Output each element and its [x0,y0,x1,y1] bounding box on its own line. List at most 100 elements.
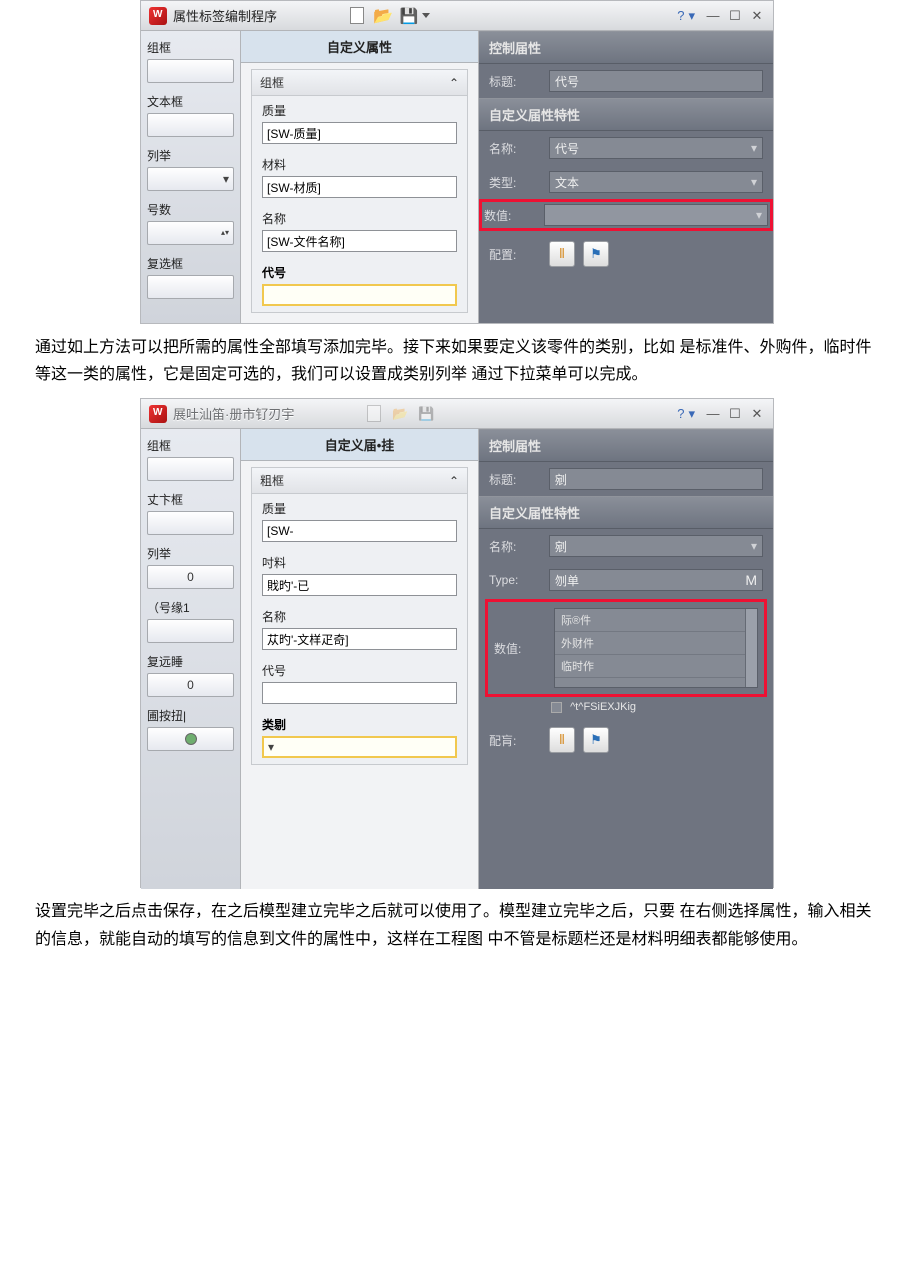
name-label: 名称: [489,140,541,157]
list-item[interactable]: 外财件 [555,632,745,655]
type-input[interactable]: 刎单 M [549,569,763,591]
field-input-material[interactable] [262,176,457,198]
toolbar: 📂 💾 [364,404,436,424]
palette-label: 列举 [147,545,234,562]
collapse-icon[interactable]: ⌃ [449,76,459,90]
save-button[interactable]: 💾 [416,404,436,424]
palette-checkbox[interactable]: 复远睡 0 [147,653,234,697]
field-combo-category[interactable] [262,736,457,758]
field-input-mass[interactable] [262,122,457,144]
help-button[interactable]: ? [677,406,684,421]
palette-list[interactable]: 列举 [147,147,234,191]
name-dropdown[interactable]: 剜 [549,535,763,557]
palette-preview [147,113,234,137]
minimize-button[interactable]: — [705,406,721,422]
palette-textbox[interactable]: 丈卞框 [147,491,234,535]
field-label: 质量 [262,500,457,517]
flag-icon: ⚑ [590,246,602,262]
row-name: 名称: 剜 [479,529,773,563]
app-icon [149,405,167,423]
paragraph-1: 通过如上方法可以把所需的属性全部填写添加完毕。接下来如果要定义该零件的类别，比如… [0,324,920,398]
row-assign: 配肓: ⦀ ⚑ [479,717,773,769]
help-dropdown-icon[interactable]: ▾ [688,8,695,24]
palette-preview [147,59,234,83]
list-item[interactable]: 际®件 [555,609,745,632]
minimize-button[interactable]: — [705,8,721,24]
field-label: 代号 [262,662,457,679]
title-input[interactable]: 代号 [549,70,763,92]
properties-panel: 控制届性 标题: 代号 自定义届性特性 名称: 代号 类型: 文本 数值: 配置… [479,31,773,323]
field-input-name[interactable] [262,628,457,650]
new-file-icon [350,7,364,24]
section-custom-props: 自定义届性特性 [479,98,773,131]
section-control-props: 控制届性 [479,31,773,64]
palette-radio[interactable]: 圃按扭| [147,707,234,751]
palette-label: 列举 [147,147,234,164]
palette-list[interactable]: 列举 0 [147,545,234,589]
close-button[interactable]: ✕ [749,406,765,422]
assign-button-flag[interactable]: ⚑ [583,241,609,267]
field-input-mass[interactable] [262,520,457,542]
field-input-name[interactable] [262,230,457,252]
palette-groupbox[interactable]: 组框 [147,39,234,83]
field-label: 吋料 [262,554,457,571]
palette-number[interactable]: （号缘1 [147,599,234,643]
palette-preview [147,221,234,245]
help-button[interactable]: ? [677,8,684,23]
assign-button-list[interactable]: ⦀ [549,241,575,267]
maximize-button[interactable]: ☐ [727,8,743,24]
list-item[interactable]: 临时作 [555,655,745,678]
palette-number[interactable]: 号数 [147,201,234,245]
help-dropdown-icon[interactable]: ▾ [688,406,695,422]
save-dropdown-icon[interactable] [422,13,430,18]
list-icon: ⦀ [559,246,565,262]
value-listbox[interactable]: 际®件 外财件 临时作 [554,608,758,688]
open-file-button[interactable]: 📂 [373,6,393,26]
new-file-button[interactable] [364,404,384,424]
palette-label: 组框 [147,39,234,56]
row-type: Type: 刎单 M [479,563,773,597]
open-file-button[interactable]: 📂 [390,404,410,424]
type-label: Type: [489,573,541,587]
new-file-button[interactable] [347,6,367,26]
value-dropdown[interactable] [544,204,768,226]
type-suffix: M [745,572,757,588]
checkbox-row[interactable]: ^t^FSiEXJKig [479,699,773,717]
assign-label: 配置: [489,246,541,263]
field-input-code[interactable] [262,682,457,704]
field-name: 名称 [252,602,467,656]
save-button[interactable]: 💾 [399,6,419,26]
title-input[interactable]: 剜 [549,468,763,490]
group-header[interactable]: 组框 ⌃ [252,70,467,96]
assign-button-list[interactable]: ⦀ [549,727,575,753]
palette-checkbox[interactable]: 复选框 [147,255,234,299]
type-dropdown[interactable]: 文本 [549,171,763,193]
palette-panel: 组框 丈卞框 列举 0 （号缘1 复远睡 0 圃按扭| [141,429,241,889]
titlebar: 展吐汕笛·册市钌刃宇 📂 💾 ? ▾ — ☐ ✕ [141,399,773,429]
collapse-icon[interactable]: ⌃ [449,474,459,488]
disk-icon: 💾 [400,7,419,25]
group-header-label: 组框 [260,74,284,91]
row-assign: 配置: ⦀ ⚑ [479,231,773,283]
value-label: 数值: [484,207,536,224]
close-button[interactable]: ✕ [749,8,765,24]
field-label: 名称 [262,210,457,227]
field-input-material[interactable] [262,574,457,596]
maximize-button[interactable]: ☐ [727,406,743,422]
palette-groupbox[interactable]: 组框 [147,437,234,481]
palette-textbox[interactable]: 文本框 [147,93,234,137]
section-custom-props: 自定义届性特性 [479,496,773,529]
group-header[interactable]: 粗框 ⌃ [252,468,467,494]
list-icon: ⦀ [559,732,565,748]
scrollbar[interactable] [745,609,757,687]
palette-panel: 组框 文本框 列举 号数 复选框 [141,31,241,323]
name-dropdown[interactable]: 代号 [549,137,763,159]
row-value-highlighted: 数值: 际®件 外财件 临时作 [485,599,767,697]
palette-preview [147,511,234,535]
palette-label: 文本框 [147,93,234,110]
field-input-code[interactable] [262,284,457,306]
assign-button-flag[interactable]: ⚑ [583,727,609,753]
window-title: 展吐汕笛·册市钌刃宇 [173,404,294,423]
field-material: 材料 [252,150,467,204]
group-header-label: 粗框 [260,472,284,489]
